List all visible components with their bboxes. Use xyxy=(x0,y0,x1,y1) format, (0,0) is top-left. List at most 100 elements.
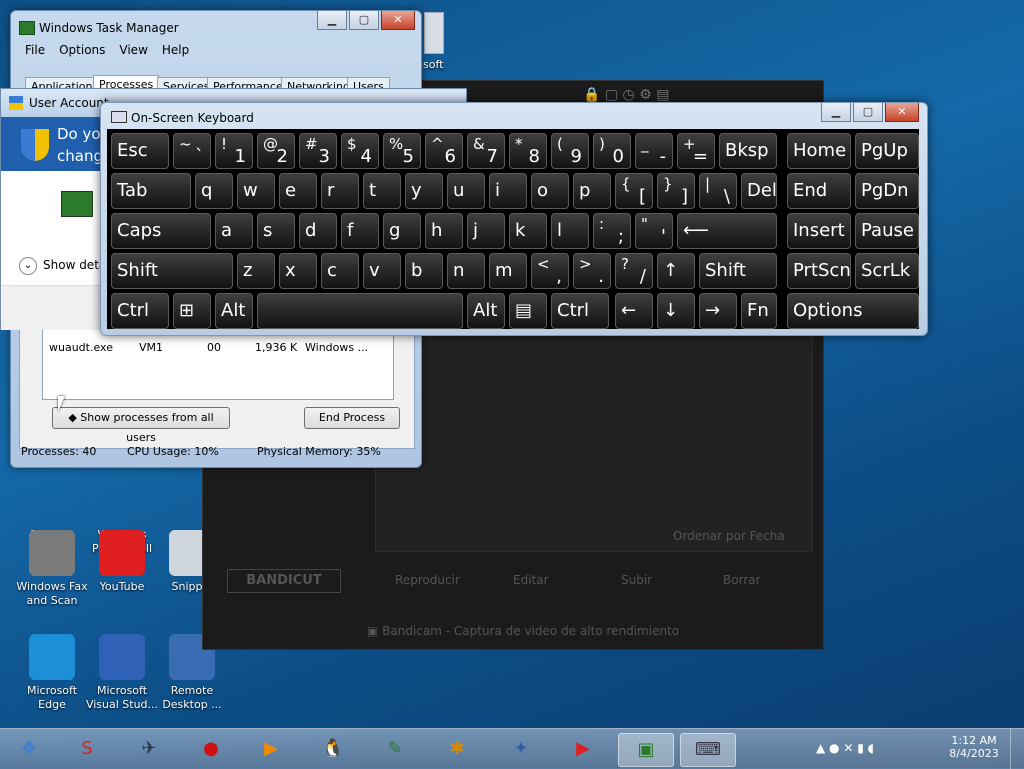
key-lctrl[interactable]: Ctrl xyxy=(111,293,169,329)
key-equals[interactable]: + = xyxy=(677,133,715,169)
key-m[interactable]: m xyxy=(489,253,527,289)
key-i[interactable]: i xyxy=(489,173,527,209)
key-k1[interactable]: ! 1 xyxy=(215,133,253,169)
key-lbracket[interactable]: {[ xyxy=(615,173,653,209)
chevron-down-icon[interactable]: ⌄ xyxy=(19,257,37,275)
key-f[interactable]: f xyxy=(341,213,379,249)
menu-help[interactable]: Help xyxy=(162,43,189,57)
process-name[interactable]: wuaudt.exe xyxy=(49,341,113,354)
key-lshift[interactable]: Shift xyxy=(111,253,233,289)
bandicam-action-borrar[interactable]: Borrar xyxy=(723,573,761,587)
key-e[interactable]: e xyxy=(279,173,317,209)
key-k5[interactable]: % 5 xyxy=(383,133,421,169)
show-desktop-button[interactable] xyxy=(1010,729,1024,769)
key-home[interactable]: Home xyxy=(787,133,851,169)
tools-app-icon[interactable]: ✦ xyxy=(494,733,548,765)
clock[interactable]: 1:12 AM 8/4/2023 xyxy=(948,734,1000,760)
penguin-app-icon[interactable]: 🐧 xyxy=(306,733,360,765)
desktop-icon[interactable]: Microsoft Visual Stud... xyxy=(82,634,162,712)
key-rctrl[interactable]: Ctrl xyxy=(551,293,609,329)
close-button[interactable]: ✕ xyxy=(381,11,415,30)
start-orb-icon[interactable]: ❖ xyxy=(2,733,56,765)
key-l[interactable]: l xyxy=(551,213,589,249)
key-x[interactable]: x xyxy=(279,253,317,289)
key-slash[interactable]: ? / xyxy=(615,253,653,289)
taskmgr-app-icon[interactable]: ▣ xyxy=(618,733,674,767)
key-space[interactable] xyxy=(257,293,463,329)
key-up[interactable]: ↑ xyxy=(657,253,695,289)
notepad-app-icon[interactable]: ✎ xyxy=(368,733,422,765)
bandicam-action-reproducir[interactable]: Reproducir xyxy=(395,573,460,587)
key-tab[interactable]: Tab xyxy=(111,173,191,209)
key-period[interactable]: >. xyxy=(573,253,611,289)
key-caps[interactable]: Caps xyxy=(111,213,211,249)
key-backslash[interactable]: | \ xyxy=(699,173,737,209)
key-o[interactable]: o xyxy=(531,173,569,209)
key-scrlk[interactable]: ScrLk xyxy=(855,253,919,289)
menu-file[interactable]: File xyxy=(25,43,45,57)
key-u[interactable]: u xyxy=(447,173,485,209)
key-left[interactable]: ← xyxy=(615,293,653,329)
gamepad-app-icon[interactable]: ✈ xyxy=(122,733,176,765)
osk-app-icon[interactable]: ⌨ xyxy=(680,733,736,767)
key-rshift[interactable]: Shift xyxy=(699,253,777,289)
key-pgdn[interactable]: PgDn xyxy=(855,173,919,209)
key-ralt[interactable]: Alt xyxy=(467,293,505,329)
osk-maximize-button[interactable]: ▢ xyxy=(853,103,883,122)
key-z[interactable]: z xyxy=(237,253,275,289)
key-win[interactable]: ⊞ xyxy=(173,293,211,329)
key-k[interactable]: k xyxy=(509,213,547,249)
key-down[interactable]: ↓ xyxy=(657,293,695,329)
key-bksp[interactable]: Bksp xyxy=(719,133,777,169)
key-q[interactable]: q xyxy=(195,173,233,209)
key-k8[interactable]: * 8 xyxy=(509,133,547,169)
on-screen-keyboard-window[interactable]: On-Screen Keyboard ▁ ▢ ✕ Esc ~ `! 1 @2 #3 $4% 5… xyxy=(100,102,928,336)
key-del[interactable]: Del xyxy=(741,173,777,209)
key-b[interactable]: b xyxy=(405,253,443,289)
bandicam-action-subir[interactable]: Subir xyxy=(621,573,652,587)
tray-icons[interactable]: ▲ ● ✕ ▮ ◖ xyxy=(816,741,874,755)
key-rbracket[interactable]: }] xyxy=(657,173,695,209)
show-all-processes-button[interactable]: ◆ Show processes from all users xyxy=(52,407,230,444)
key-backtick[interactable]: ~ ` xyxy=(173,133,211,169)
osk-close-button[interactable]: ✕ xyxy=(885,103,919,122)
key-k6[interactable]: ^ 6 xyxy=(425,133,463,169)
youtube-app-icon[interactable]: ▶ xyxy=(556,733,610,765)
maximize-button[interactable]: ▢ xyxy=(349,11,379,30)
key-right[interactable]: → xyxy=(699,293,737,329)
bandicam-action-editar[interactable]: Editar xyxy=(513,573,549,587)
key-k0[interactable]: ) 0 xyxy=(593,133,631,169)
key-k7[interactable]: & 7 xyxy=(467,133,505,169)
bandicam-toolbar-icons[interactable]: 🔒 ▢ ◷ ⚙ ▤ xyxy=(583,87,669,103)
s-app-icon[interactable]: S xyxy=(60,733,114,765)
key-prtscn[interactable]: PrtScn xyxy=(787,253,851,289)
key-t[interactable]: t xyxy=(363,173,401,209)
osk-minimize-button[interactable]: ▁ xyxy=(821,103,851,122)
desktop-icon[interactable]: Windows Fax and Scan xyxy=(12,530,92,608)
key-j[interactable]: j xyxy=(467,213,505,249)
minimize-button[interactable]: ▁ xyxy=(317,11,347,30)
key-s[interactable]: s xyxy=(257,213,295,249)
key-menu[interactable]: ▤ xyxy=(509,293,547,329)
key-pause[interactable]: Pause xyxy=(855,213,919,249)
key-k3[interactable]: #3 xyxy=(299,133,337,169)
key-quote[interactable]: " ' xyxy=(635,213,673,249)
key-y[interactable]: y xyxy=(405,173,443,209)
media-app-icon[interactable]: ▶ xyxy=(244,733,298,765)
key-w[interactable]: w xyxy=(237,173,275,209)
paint-app-icon[interactable]: ✱ xyxy=(430,733,484,765)
key-c[interactable]: c xyxy=(321,253,359,289)
key-lalt[interactable]: Alt xyxy=(215,293,253,329)
sort-by-date[interactable]: Ordenar por Fecha xyxy=(673,529,785,543)
menu-view[interactable]: View xyxy=(119,43,147,57)
key-r[interactable]: r xyxy=(321,173,359,209)
menu-options[interactable]: Options xyxy=(59,43,105,57)
key-end[interactable]: End xyxy=(787,173,851,209)
key-comma[interactable]: <, xyxy=(531,253,569,289)
key-options[interactable]: Options xyxy=(787,293,919,329)
key-insert[interactable]: Insert xyxy=(787,213,851,249)
key-a[interactable]: a xyxy=(215,213,253,249)
key-k4[interactable]: $4 xyxy=(341,133,379,169)
key-n[interactable]: n xyxy=(447,253,485,289)
bandicut-logo[interactable]: BANDICUT xyxy=(227,569,341,593)
